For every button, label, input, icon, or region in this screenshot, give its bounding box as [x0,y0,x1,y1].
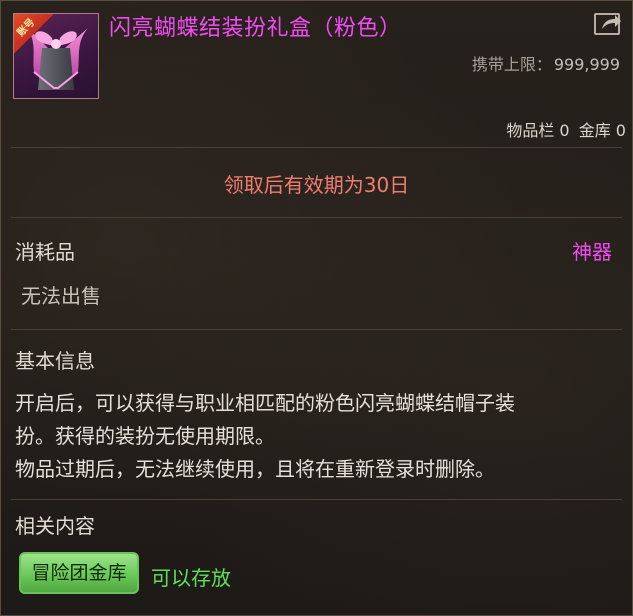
divider [11,499,622,500]
carry-limit-value: 999,999 [553,55,620,74]
item-tooltip: 账号 闪亮蝴蝶结装扮礼盒（粉色） 携带上限： 999,999 物品栏 0 金库 0… [0,0,633,616]
description-line: 开启后，可以获得与职业相匹配的粉色闪亮蝴蝶结帽子装 [15,391,515,415]
inventory-count: 物品栏 0 [506,121,570,140]
share-button[interactable] [594,13,621,35]
basic-info-description: 开启后，可以获得与职业相匹配的粉色闪亮蝴蝶结帽子装 扮。获得的装扮无使用期限。 … [15,387,625,486]
expire-notice: 领取后有效期为30日 [223,173,410,197]
gift-box-icon: 账号 [13,13,99,99]
divider [11,147,622,148]
storage-counts: 物品栏 0 金库 0 [502,117,626,141]
divider [11,217,622,218]
account-badge-label: 账号 [15,16,38,39]
description-line: 扮。获得的装扮无使用期限。 [15,424,275,448]
divider [11,329,622,330]
related-content-title: 相关内容 [15,514,95,538]
share-arrow-icon [602,15,621,29]
carry-limit: 携带上限： 999,999 [472,51,620,75]
vault-count: 金库 0 [578,121,626,140]
description-line: 物品过期后，无法继续使用，且将在重新登录时删除。 [15,457,495,481]
account-badge: 账号 [14,14,54,54]
basic-info-title: 基本信息 [15,349,95,373]
sell-status: 无法出售 [21,284,101,308]
item-type: 消耗品 [15,240,75,264]
item-title: 闪亮蝴蝶结装扮礼盒（粉色） [109,16,402,41]
adventure-vault-tag[interactable]: 冒险团金库 [19,552,139,594]
item-grade: 神器 [572,240,612,264]
storable-status: 可以存放 [151,566,231,590]
carry-limit-label: 携带上限： [471,55,552,74]
